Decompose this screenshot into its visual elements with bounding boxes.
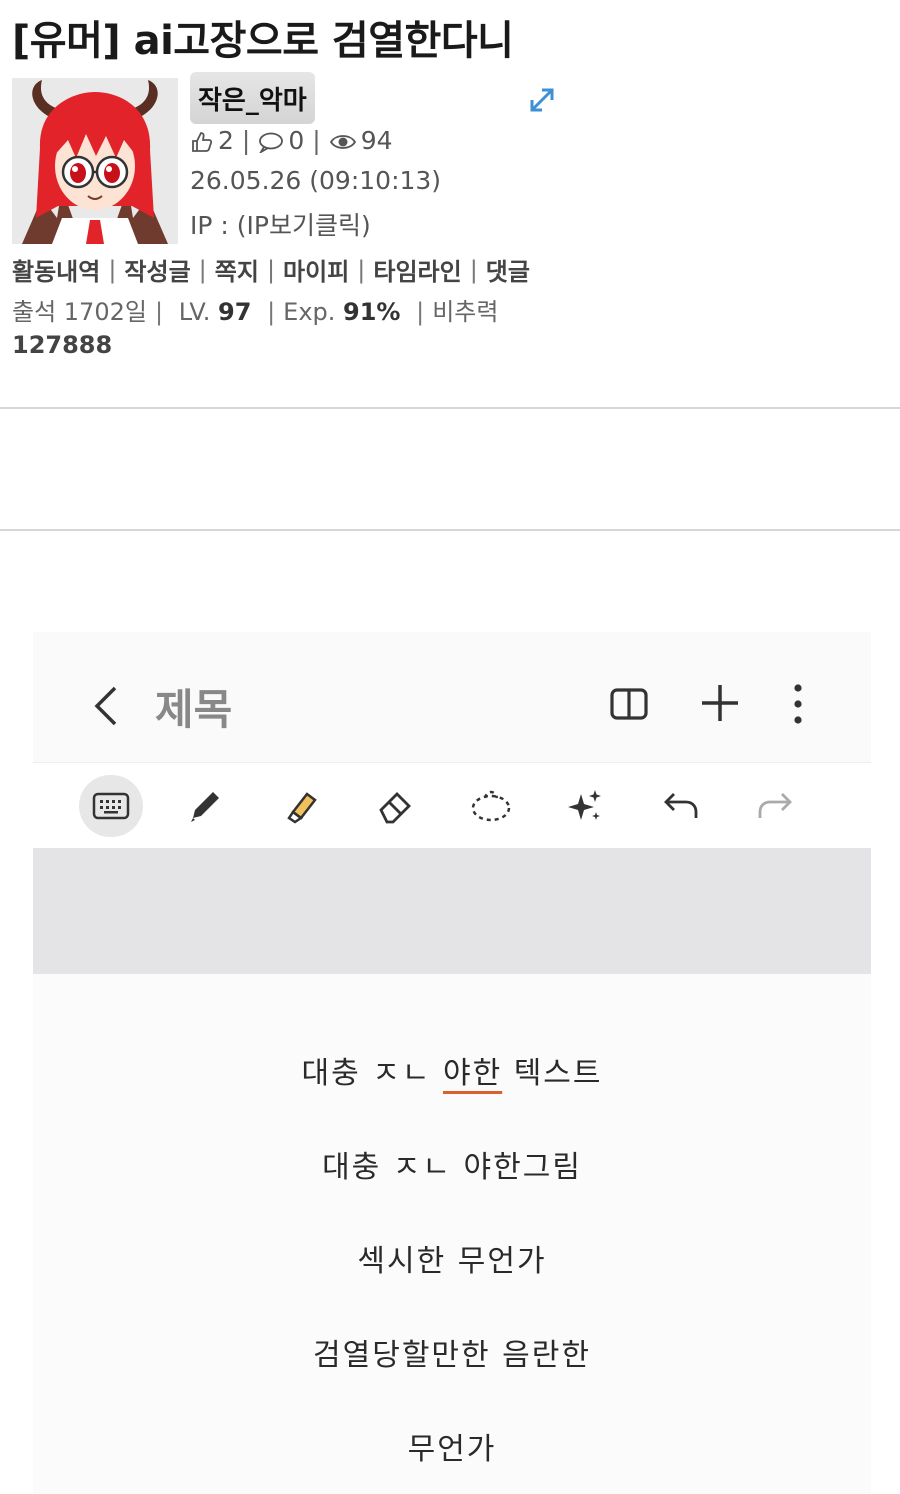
handwriting-canvas[interactable]: 대충 ㅈㄴ 야한 텍스트 대충 ㅈㄴ 야한그림 섹시한 무언가 검열당할만한 음… <box>33 974 871 1494</box>
redo-icon[interactable] <box>743 775 807 837</box>
link-message[interactable]: 쪽지 <box>215 252 259 287</box>
link-comments[interactable]: 댓글 <box>486 252 530 287</box>
handwriting-line: 대충 ㅈㄴ 야한그림 <box>33 1142 871 1186</box>
level-value: 97 <box>218 298 252 326</box>
embedded-screenshot: 제목 대충 ㅈㄴ 야한 텍스트 대충 ㅈㄴ 야한그림 섹시한 무언가 검열당할만… <box>33 632 871 1494</box>
lasso-icon[interactable] <box>459 775 523 837</box>
ip-view-link[interactable]: (IP보기클릭) <box>237 211 371 240</box>
divider: | <box>469 255 478 284</box>
author-links: 활동내역 | 작성글 | 쪽지 | 마이피 | 타임라인 | 댓글 <box>12 252 530 287</box>
handwriting-line: 무언가 <box>33 1424 871 1468</box>
eraser-icon[interactable] <box>363 775 427 837</box>
divider-line <box>0 407 900 409</box>
exp-value: 91% <box>343 298 401 326</box>
divider: | <box>266 255 276 284</box>
eye-icon <box>329 126 357 155</box>
handwriting-line: 섹시한 무언가 <box>33 1236 871 1280</box>
keyboard-icon[interactable] <box>79 775 143 837</box>
pen-icon[interactable] <box>173 775 237 837</box>
comment-icon <box>258 126 284 155</box>
plus-icon[interactable] <box>699 682 741 724</box>
handwriting-text: 대충 ㅈㄴ <box>301 1056 443 1091</box>
divider: | <box>154 298 164 326</box>
divider: | <box>267 298 276 326</box>
handwriting-line: 검열당할만한 음란한 <box>33 1330 871 1374</box>
post-stats: 2 | 0 | 94 <box>190 126 393 155</box>
thumbs-up-icon <box>190 126 214 155</box>
back-icon[interactable] <box>91 684 121 728</box>
likes-count: 2 <box>218 126 234 155</box>
ip-label: IP : <box>190 211 237 240</box>
devil-girl-avatar-icon <box>12 78 178 244</box>
link-posts[interactable]: 작성글 <box>124 252 190 287</box>
divider: | <box>241 126 251 155</box>
points-value: 127888 <box>12 331 113 359</box>
underlined-word: 야한 <box>442 1056 503 1091</box>
link-timeline[interactable]: 타임라인 <box>373 252 461 287</box>
note-toolbar <box>33 762 871 848</box>
exp-label: Exp. <box>283 298 336 326</box>
comments-count: 0 <box>288 126 305 155</box>
author-avatar[interactable] <box>12 78 178 244</box>
divider: | <box>357 255 366 284</box>
burn-label: 비추력 <box>432 298 499 326</box>
expand-icon[interactable] <box>528 86 556 114</box>
handwriting-text: 대충 ㅈㄴ 야한그림 <box>322 1150 582 1185</box>
page-header-band <box>33 848 871 974</box>
note-title[interactable]: 제목 <box>155 676 232 737</box>
handwriting-text: 섹시한 무언가 <box>357 1244 547 1279</box>
divider: | <box>108 255 117 284</box>
author-nickname[interactable]: 작은_악마 <box>190 72 315 124</box>
handwriting-text: 검열당할만한 음란한 <box>313 1338 591 1373</box>
post-title: [유머] ai고장으로 검열한다니 <box>12 18 514 64</box>
divider: | <box>416 298 425 326</box>
link-activity[interactable]: 활동내역 <box>12 252 100 287</box>
link-mypi[interactable]: 마이피 <box>283 252 349 287</box>
book-icon[interactable] <box>609 684 649 724</box>
note-app-bar: 제목 <box>33 632 871 762</box>
ai-sparkle-icon[interactable] <box>553 775 617 837</box>
post-datetime: 26.05.26 (09:10:13) <box>190 166 442 195</box>
handwriting-line: 대충 ㅈㄴ 야한 텍스트 <box>33 1048 871 1092</box>
more-vert-icon[interactable] <box>785 682 811 726</box>
level-label: LV. <box>178 298 211 326</box>
undo-icon[interactable] <box>649 775 713 837</box>
divider: | <box>312 126 321 155</box>
divider-line <box>0 529 900 531</box>
views-count: 94 <box>360 126 393 155</box>
ip-row: IP : (IP보기클릭) <box>190 206 371 242</box>
highlighter-icon[interactable] <box>269 775 333 837</box>
level-row: 출석 1702일 | LV. 97 | Exp. 91% | 비추력 <box>12 292 498 327</box>
handwriting-text: 무언가 <box>407 1432 497 1467</box>
handwriting-text: 텍스트 <box>502 1056 603 1091</box>
attendance: 출석 1702일 <box>12 298 147 326</box>
divider: | <box>198 255 207 284</box>
